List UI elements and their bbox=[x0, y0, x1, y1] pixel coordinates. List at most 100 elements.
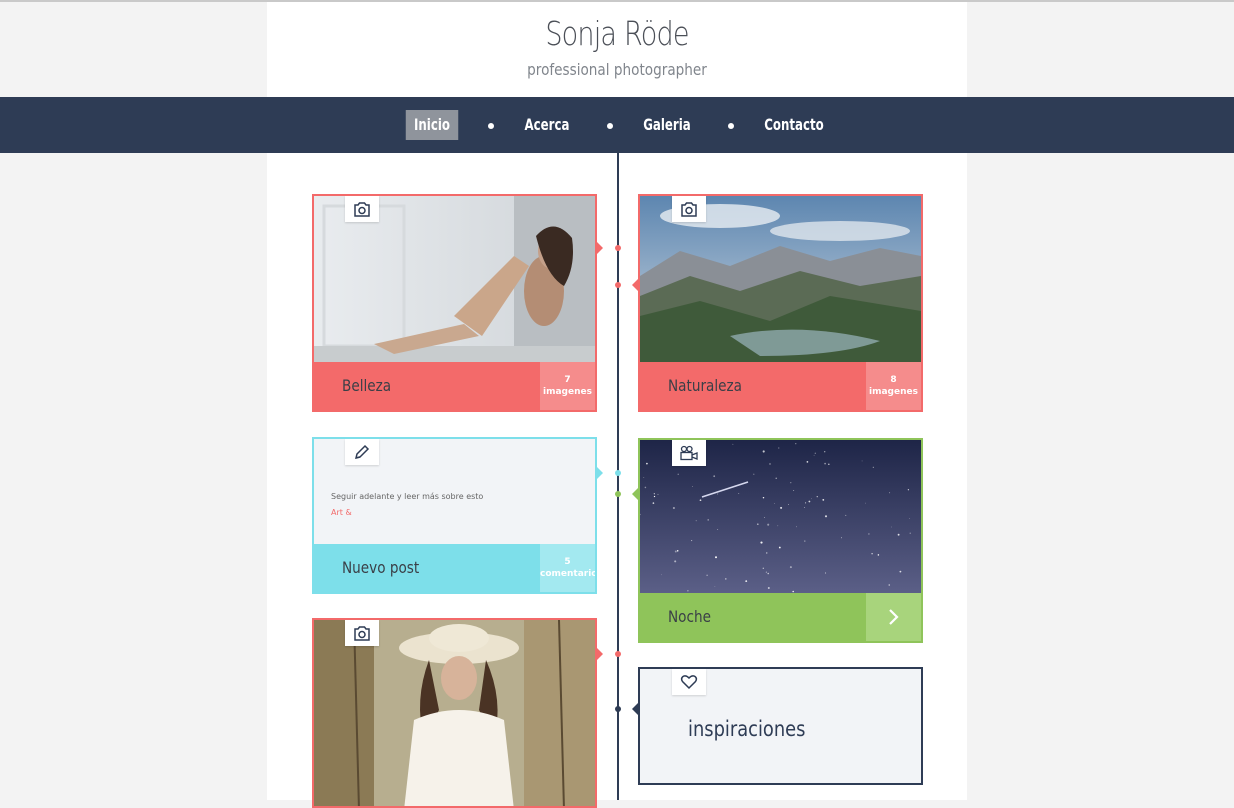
naturaleza-card[interactable]: Naturaleza 8 imagenes bbox=[638, 194, 923, 412]
comments-count: 5 comentarios bbox=[540, 544, 595, 592]
star bbox=[789, 566, 792, 569]
star bbox=[888, 584, 890, 586]
nav-item-acerca[interactable]: Acerca bbox=[521, 110, 573, 140]
belleza-card[interactable]: Belleza 7 imagenes bbox=[312, 194, 597, 412]
star bbox=[725, 578, 727, 580]
star bbox=[796, 526, 797, 528]
chevron-right-icon[interactable] bbox=[866, 593, 921, 641]
star bbox=[778, 447, 780, 449]
star bbox=[773, 503, 775, 504]
timeline-dot bbox=[615, 706, 621, 712]
belleza-image-count: 7 imagenes bbox=[540, 362, 595, 410]
timeline-dot bbox=[615, 245, 621, 251]
noche-card[interactable]: Noche bbox=[638, 438, 923, 643]
star bbox=[657, 493, 659, 495]
star bbox=[840, 537, 843, 539]
timeline-pointer bbox=[597, 242, 603, 254]
naturaleza-label[interactable]: Naturaleza bbox=[668, 362, 742, 410]
timeline-pointer bbox=[597, 648, 603, 660]
star bbox=[909, 532, 911, 534]
star bbox=[713, 475, 716, 478]
star bbox=[822, 499, 825, 501]
nuevo-post-card[interactable]: Seguir adelante y leer más sobre esto Ar… bbox=[312, 437, 597, 594]
star bbox=[674, 550, 677, 553]
noche-label[interactable]: Noche bbox=[668, 593, 711, 641]
timeline-dot bbox=[615, 491, 621, 497]
post-tag-link[interactable]: Art & bbox=[331, 508, 352, 517]
star bbox=[909, 518, 910, 520]
heart-icon bbox=[672, 669, 706, 695]
star bbox=[692, 486, 693, 487]
star bbox=[762, 450, 765, 453]
count-unit: imagenes bbox=[869, 387, 918, 397]
nav-separator-dot bbox=[607, 123, 613, 129]
star bbox=[828, 463, 830, 465]
star bbox=[778, 546, 781, 549]
noche-footer: Noche bbox=[640, 593, 921, 641]
star bbox=[661, 574, 663, 576]
site-tagline: professional photographer bbox=[527, 60, 707, 79]
portrait-photo[interactable] bbox=[314, 620, 595, 806]
star bbox=[745, 580, 748, 582]
star bbox=[717, 493, 719, 495]
star bbox=[707, 519, 709, 521]
star bbox=[889, 492, 891, 494]
camera-icon bbox=[345, 196, 379, 222]
star bbox=[793, 490, 795, 491]
star bbox=[814, 452, 816, 454]
star bbox=[687, 590, 689, 592]
star bbox=[775, 477, 777, 479]
belleza-label[interactable]: Belleza bbox=[342, 362, 391, 410]
pencil-icon bbox=[345, 439, 379, 465]
star bbox=[806, 461, 809, 463]
site-title[interactable]: Sonja Röde bbox=[111, 14, 1123, 53]
nav-item-contacto[interactable]: Contacto bbox=[762, 110, 826, 140]
star bbox=[732, 443, 734, 445]
star bbox=[845, 514, 847, 516]
count-number: 8 bbox=[890, 375, 897, 385]
star bbox=[824, 515, 828, 518]
star bbox=[897, 533, 900, 536]
nuevo-post-label[interactable]: Nuevo post bbox=[342, 544, 419, 592]
timeline-dot bbox=[615, 282, 621, 288]
star bbox=[652, 502, 655, 504]
timeline-pointer bbox=[632, 703, 638, 715]
star bbox=[674, 560, 677, 563]
star bbox=[790, 482, 792, 484]
star bbox=[824, 462, 826, 465]
star bbox=[715, 556, 717, 559]
star bbox=[808, 500, 811, 503]
star bbox=[816, 496, 818, 498]
star bbox=[766, 552, 768, 554]
star bbox=[672, 506, 675, 510]
portrait-card[interactable] bbox=[312, 618, 597, 808]
count-number: 7 bbox=[564, 375, 571, 385]
star bbox=[756, 523, 759, 526]
camera-icon bbox=[345, 620, 379, 646]
nuevo-post-footer: Nuevo post 5 comentarios bbox=[314, 544, 595, 592]
nav-item-inicio[interactable]: Inicio bbox=[405, 110, 459, 140]
timeline-dot bbox=[615, 651, 621, 657]
star bbox=[760, 541, 763, 544]
star bbox=[811, 498, 812, 500]
camera-icon bbox=[672, 196, 706, 222]
star bbox=[714, 585, 716, 587]
star bbox=[767, 572, 769, 575]
star bbox=[769, 463, 771, 465]
post-excerpt: Seguir adelante y leer más sobre esto bbox=[331, 492, 484, 501]
star bbox=[695, 520, 697, 522]
star bbox=[767, 523, 770, 526]
count-unit: comentarios bbox=[540, 569, 597, 579]
star bbox=[676, 550, 679, 552]
star bbox=[871, 552, 873, 555]
nav-item-galeria[interactable]: Galeria bbox=[640, 110, 694, 140]
timeline-pointer bbox=[597, 467, 603, 479]
star bbox=[861, 460, 863, 462]
star bbox=[764, 517, 765, 518]
inspiraciones-label[interactable]: inspiraciones bbox=[688, 717, 805, 741]
star bbox=[699, 499, 702, 502]
star bbox=[738, 493, 740, 494]
star bbox=[753, 473, 755, 475]
timeline-pointer bbox=[632, 488, 638, 500]
inspiraciones-card[interactable]: inspiraciones bbox=[638, 667, 923, 785]
